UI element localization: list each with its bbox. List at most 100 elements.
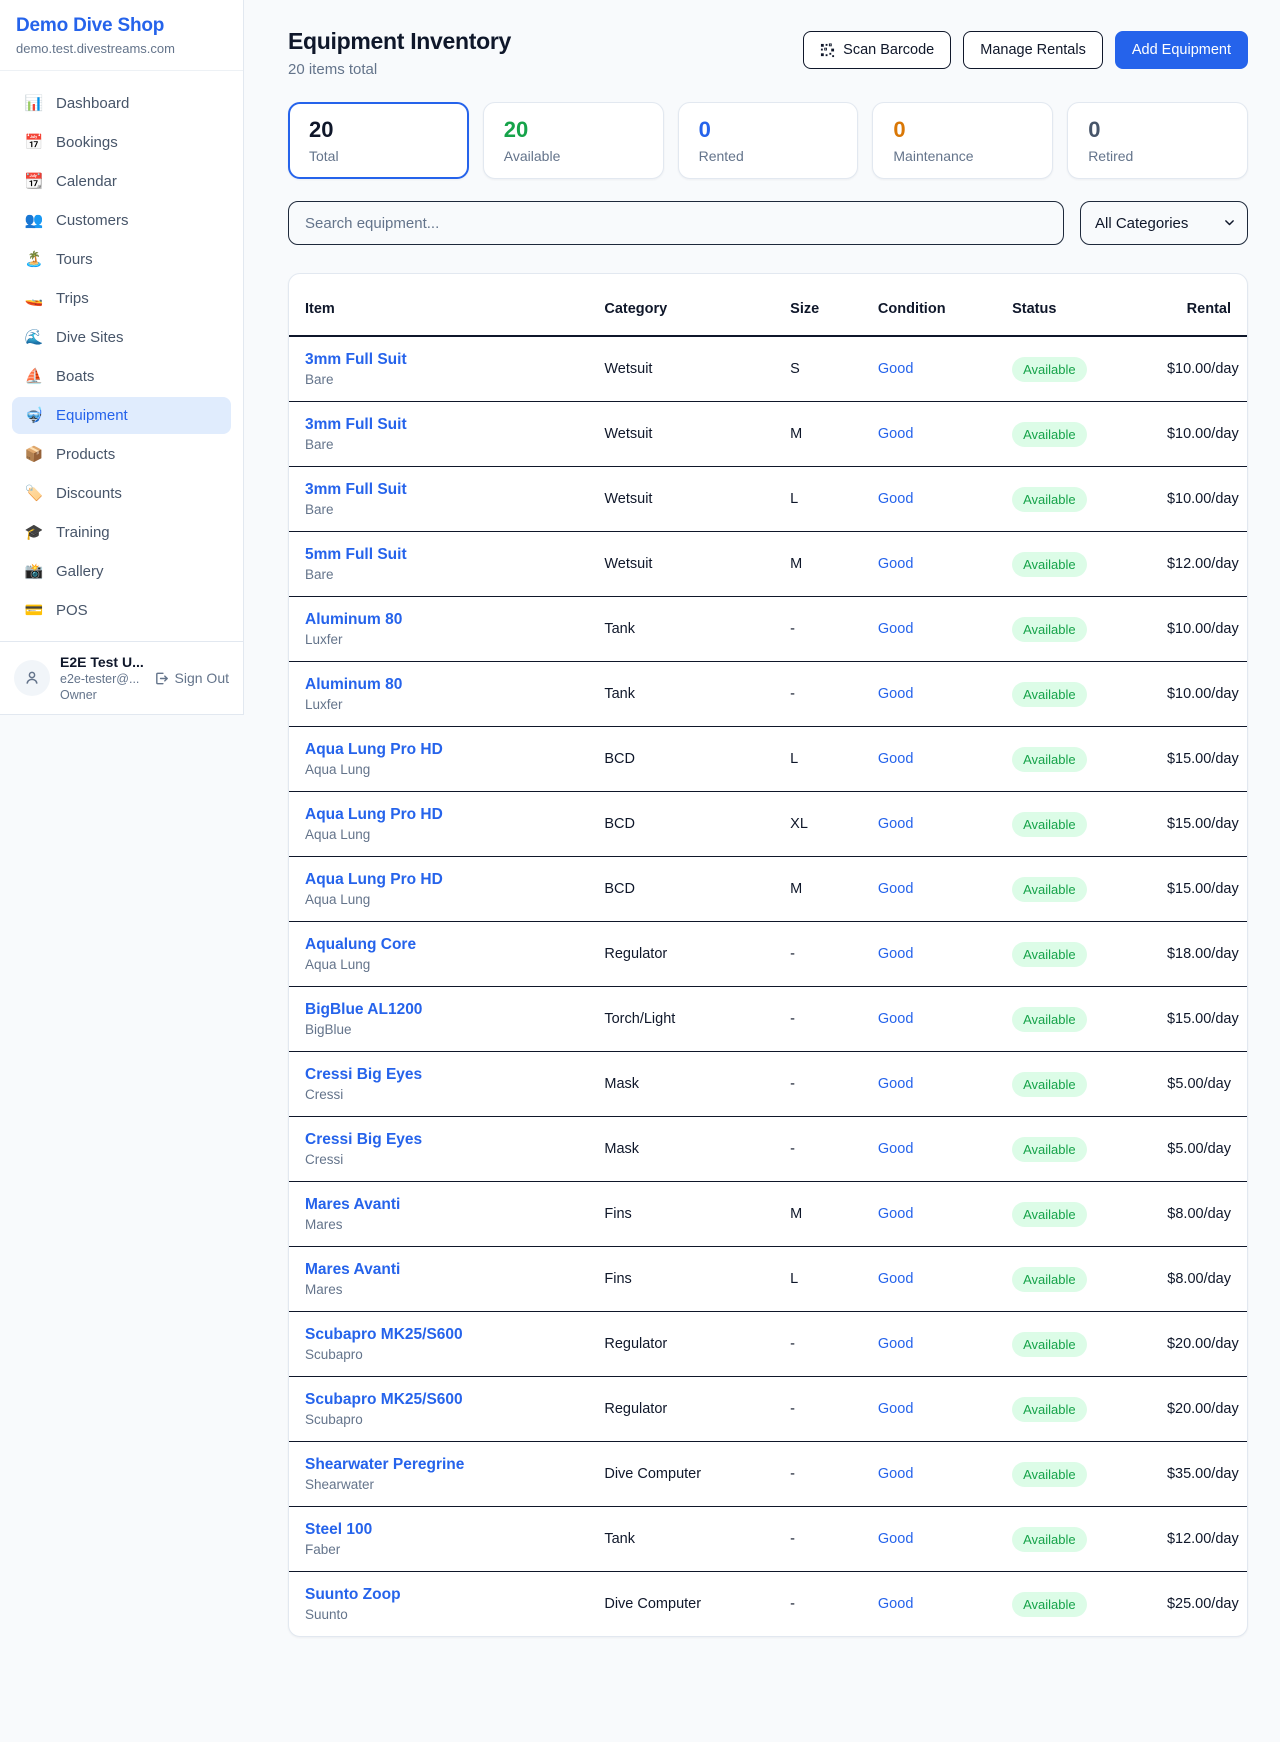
stat-value: 20 — [504, 117, 643, 143]
sidebar-item-tours[interactable]: 🏝️Tours — [12, 241, 231, 278]
condition-link[interactable]: Good — [878, 881, 913, 897]
condition-link[interactable]: Good — [878, 946, 913, 962]
item-link[interactable]: Suunto Zoop — [305, 1586, 401, 1604]
condition-link[interactable]: Good — [878, 1011, 913, 1027]
cell-status: Available — [996, 987, 1151, 1052]
cell-status: Available — [996, 857, 1151, 922]
sidebar-item-boats[interactable]: ⛵Boats — [12, 358, 231, 395]
sidebar-item-calendar[interactable]: 📆Calendar — [12, 163, 231, 200]
stat-card-available[interactable]: 20Available — [483, 102, 664, 179]
item-link[interactable]: BigBlue AL1200 — [305, 1001, 422, 1019]
stat-label: Retired — [1088, 148, 1227, 164]
pos-icon: 💳 — [24, 603, 44, 618]
condition-link[interactable]: Good — [878, 1271, 913, 1287]
item-link[interactable]: 3mm Full Suit — [305, 481, 407, 499]
scan-barcode-button[interactable]: Scan Barcode — [803, 31, 951, 69]
cell-category: Regulator — [588, 1312, 774, 1377]
cell-condition: Good — [862, 1442, 996, 1507]
condition-link[interactable]: Good — [878, 1466, 913, 1482]
condition-link[interactable]: Good — [878, 1336, 913, 1352]
sidebar-item-dashboard[interactable]: 📊Dashboard — [12, 85, 231, 122]
scan-barcode-label: Scan Barcode — [843, 42, 934, 58]
cell-category: Mask — [588, 1052, 774, 1117]
condition-link[interactable]: Good — [878, 1401, 913, 1417]
condition-link[interactable]: Good — [878, 816, 913, 832]
item-link[interactable]: Aqua Lung Pro HD — [305, 806, 443, 824]
condition-link[interactable]: Good — [878, 1206, 913, 1222]
sidebar-item-dive-sites[interactable]: 🌊Dive Sites — [12, 319, 231, 356]
item-link[interactable]: Aluminum 80 — [305, 611, 402, 629]
condition-link[interactable]: Good — [878, 1076, 913, 1092]
cell-status: Available — [996, 1247, 1151, 1312]
table-row: Suunto ZoopSuuntoDive Computer-GoodAvail… — [289, 1572, 1247, 1637]
condition-link[interactable]: Good — [878, 621, 913, 637]
sidebar-item-gallery[interactable]: 📸Gallery — [12, 553, 231, 590]
stat-card-rented[interactable]: 0Rented — [678, 102, 859, 179]
cell-category: Fins — [588, 1182, 774, 1247]
item-link[interactable]: Aluminum 80 — [305, 676, 402, 694]
item-brand: Bare — [305, 372, 572, 387]
sidebar-item-label: Bookings — [56, 134, 118, 151]
sidebar-item-pos[interactable]: 💳POS — [12, 592, 231, 629]
sidebar-item-trips[interactable]: 🚤Trips — [12, 280, 231, 317]
condition-link[interactable]: Good — [878, 1141, 913, 1157]
item-link[interactable]: Steel 100 — [305, 1521, 372, 1539]
cell-rental: $5.00/day — [1151, 1052, 1247, 1117]
condition-link[interactable]: Good — [878, 1596, 913, 1612]
table-row: 3mm Full SuitBareWetsuitLGoodAvailable$1… — [289, 467, 1247, 532]
add-equipment-button[interactable]: Add Equipment — [1115, 31, 1248, 69]
cell-rental: $10.00/day — [1151, 662, 1247, 727]
cell-category: BCD — [588, 727, 774, 792]
stat-card-retired[interactable]: 0Retired — [1067, 102, 1248, 179]
item-brand: Aqua Lung — [305, 762, 572, 777]
cell-category: Dive Computer — [588, 1442, 774, 1507]
item-link[interactable]: Aqua Lung Pro HD — [305, 871, 443, 889]
cell-rental: $20.00/day — [1151, 1377, 1247, 1442]
condition-link[interactable]: Good — [878, 1531, 913, 1547]
condition-link[interactable]: Good — [878, 751, 913, 767]
sidebar-item-discounts[interactable]: 🏷️Discounts — [12, 475, 231, 512]
manage-rentals-button[interactable]: Manage Rentals — [963, 31, 1103, 69]
cell-condition: Good — [862, 987, 996, 1052]
stat-label: Total — [309, 148, 448, 164]
sidebar-item-training[interactable]: 🎓Training — [12, 514, 231, 551]
item-link[interactable]: Scubapro MK25/S600 — [305, 1326, 463, 1344]
condition-link[interactable]: Good — [878, 686, 913, 702]
item-link[interactable]: 3mm Full Suit — [305, 351, 407, 369]
sidebar-item-bookings[interactable]: 📅Bookings — [12, 124, 231, 161]
item-link[interactable]: Cressi Big Eyes — [305, 1066, 422, 1084]
brand-name[interactable]: Demo Dive Shop — [16, 15, 227, 37]
item-link[interactable]: Mares Avanti — [305, 1261, 400, 1279]
status-badge: Available — [1012, 682, 1087, 707]
sign-out-button[interactable]: Sign Out — [154, 670, 229, 686]
condition-link[interactable]: Good — [878, 361, 913, 377]
item-brand: Aqua Lung — [305, 892, 572, 907]
brand-domain: demo.test.divestreams.com — [16, 41, 227, 56]
condition-link[interactable]: Good — [878, 426, 913, 442]
item-link[interactable]: Cressi Big Eyes — [305, 1131, 422, 1149]
item-link[interactable]: Aqualung Core — [305, 936, 416, 954]
sidebar-item-products[interactable]: 📦Products — [12, 436, 231, 473]
item-link[interactable]: Mares Avanti — [305, 1196, 400, 1214]
condition-link[interactable]: Good — [878, 491, 913, 507]
sidebar-item-customers[interactable]: 👥Customers — [12, 202, 231, 239]
category-select[interactable]: All Categories — [1080, 201, 1248, 245]
item-link[interactable]: Scubapro MK25/S600 — [305, 1391, 463, 1409]
cell-item: 3mm Full SuitBare — [289, 467, 588, 532]
cell-size: - — [774, 1117, 862, 1182]
status-badge: Available — [1012, 877, 1087, 902]
main-content: Equipment Inventory 20 items total Scan … — [244, 0, 1280, 1637]
item-link[interactable]: Aqua Lung Pro HD — [305, 741, 443, 759]
page-title: Equipment Inventory — [288, 28, 511, 55]
stat-card-maintenance[interactable]: 0Maintenance — [872, 102, 1053, 179]
stat-card-total[interactable]: 20Total — [288, 102, 469, 179]
sidebar-item-equipment[interactable]: 🤿Equipment — [12, 397, 231, 434]
item-link[interactable]: 5mm Full Suit — [305, 546, 407, 564]
search-input[interactable] — [288, 201, 1064, 245]
tours-icon: 🏝️ — [24, 252, 44, 267]
cell-size: M — [774, 857, 862, 922]
cell-condition: Good — [862, 597, 996, 662]
condition-link[interactable]: Good — [878, 556, 913, 572]
item-link[interactable]: 3mm Full Suit — [305, 416, 407, 434]
item-link[interactable]: Shearwater Peregrine — [305, 1456, 464, 1474]
